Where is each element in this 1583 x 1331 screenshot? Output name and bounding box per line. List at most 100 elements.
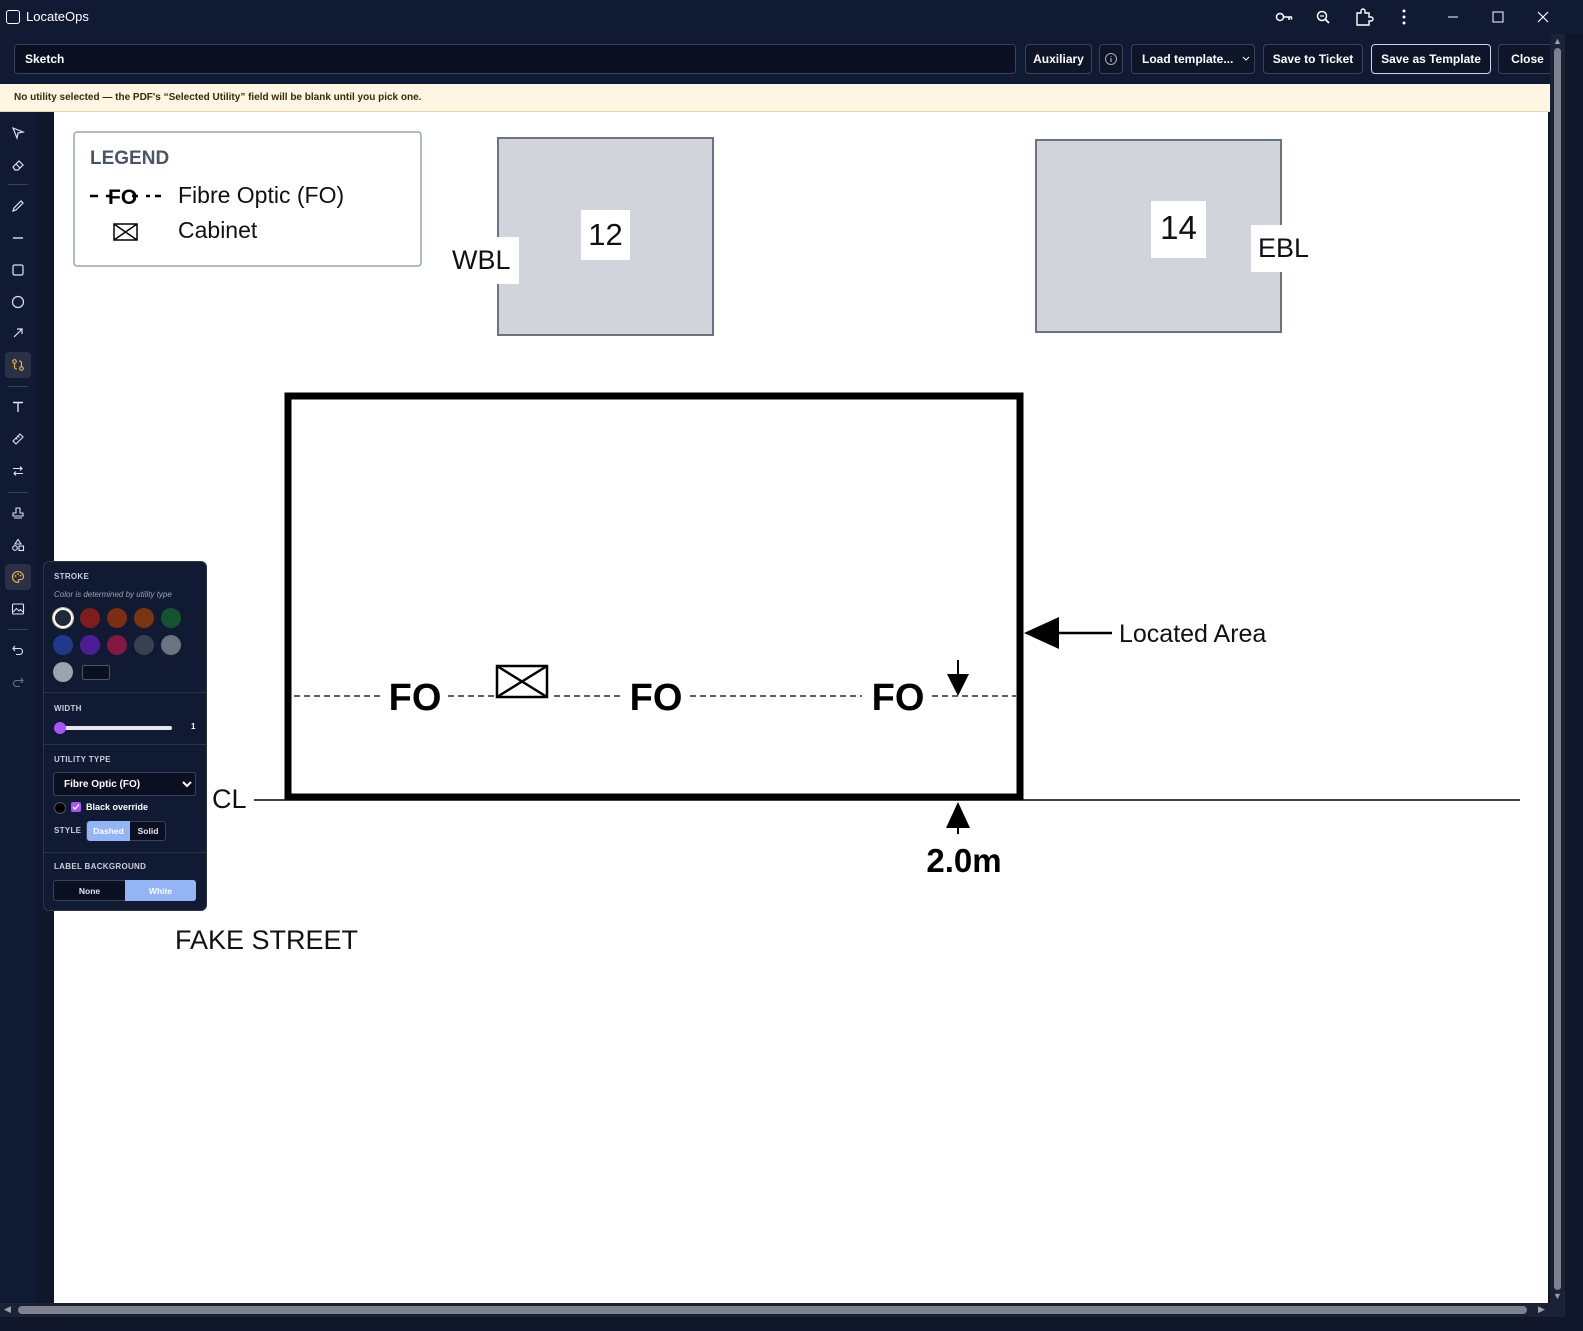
load-template-dropdown[interactable]: Load template... <box>1131 44 1255 74</box>
utility-type-label: UTILITY TYPE <box>54 755 111 764</box>
color-swatch[interactable] <box>134 635 154 655</box>
eraser-tool[interactable] <box>5 152 31 178</box>
zoom-icon[interactable] <box>1313 7 1335 27</box>
window-close-button[interactable] <box>1521 0 1565 34</box>
label-background-label: LABEL BACKGROUND <box>54 862 147 871</box>
legend-fo-text: FO <box>108 186 137 209</box>
scroll-down-icon[interactable]: ▼ <box>1553 1291 1562 1301</box>
scroll-right-icon[interactable]: ▶ <box>1538 1304 1545 1315</box>
wbl-label: WBL <box>452 245 511 275</box>
color-swatch[interactable] <box>107 635 127 655</box>
legend-box[interactable]: LEGEND FO Fibre Optic (FO) Cabinet <box>73 131 422 267</box>
info-button[interactable] <box>1099 44 1123 74</box>
panel-divider <box>44 692 206 693</box>
panel-divider <box>44 744 206 745</box>
scroll-up-icon[interactable]: ▲ <box>1553 36 1562 46</box>
line-tool[interactable] <box>5 225 31 251</box>
undo-icon <box>12 645 23 656</box>
house-number-14: 14 <box>1160 209 1197 246</box>
save-as-template-button[interactable]: Save as Template <box>1371 44 1491 74</box>
shapes-icon <box>12 538 25 552</box>
color-swatch[interactable] <box>161 635 181 655</box>
utility-type-select[interactable]: Fibre Optic (FO) <box>53 772 196 796</box>
color-swatch[interactable] <box>107 608 127 628</box>
color-swatch[interactable] <box>53 635 73 655</box>
title-bar: LocateOps <box>0 0 1583 34</box>
select-tool[interactable] <box>5 120 31 146</box>
color-swatch[interactable] <box>134 608 154 628</box>
house-12[interactable]: 12 <box>497 137 714 336</box>
cursor-icon <box>11 126 25 140</box>
maximize-button[interactable] <box>1476 0 1520 34</box>
legend-title: LEGEND <box>90 148 169 169</box>
key-icon[interactable] <box>1273 7 1295 27</box>
width-slider-track[interactable] <box>60 726 172 730</box>
arrow-tool[interactable] <box>5 320 31 346</box>
pencil-icon <box>12 200 24 212</box>
swap-icon <box>13 466 23 476</box>
swap-tool[interactable] <box>5 458 31 484</box>
palette-icon <box>12 570 25 584</box>
redo-button[interactable] <box>5 669 31 695</box>
legend-cabinet-label: Cabinet <box>178 217 258 243</box>
stamp-tool[interactable] <box>5 500 31 526</box>
dimension-label: 2.0m <box>926 842 1001 879</box>
rectangle-tool[interactable] <box>5 257 31 283</box>
ellipse-tool[interactable] <box>5 289 31 315</box>
ruler-icon <box>12 433 24 445</box>
arrow-icon <box>13 328 23 338</box>
sketch-toolbar: Auxiliary Load template... Save to Ticke… <box>0 34 1565 84</box>
street-name: FAKE STREET <box>175 925 358 955</box>
app-icon <box>6 10 20 24</box>
horizontal-scrollbar[interactable]: ◀ ▶ <box>0 1303 1565 1317</box>
auxiliary-button[interactable]: Auxiliary <box>1025 44 1092 74</box>
color-swatch[interactable] <box>80 608 100 628</box>
load-template-label: Load template... <box>1142 52 1234 66</box>
check-icon <box>72 804 80 810</box>
image-tool[interactable] <box>5 596 31 622</box>
black-override-checkbox[interactable] <box>71 802 81 812</box>
minimize-button[interactable] <box>1431 0 1475 34</box>
width-slider-knob[interactable] <box>54 722 66 734</box>
shapes-tool[interactable] <box>5 532 31 558</box>
text-tool[interactable] <box>5 394 31 420</box>
bg-white-button[interactable]: White <box>125 880 196 901</box>
house-14[interactable]: 14 <box>1035 139 1282 333</box>
vertical-scroll-thumb[interactable] <box>1554 48 1561 1290</box>
dimension-arrow-up[interactable] <box>946 802 970 834</box>
utility-line-tool[interactable] <box>5 352 31 378</box>
tool-divider <box>8 629 28 630</box>
offset-arrow-down[interactable] <box>947 660 969 696</box>
vertical-scrollbar[interactable]: ▲ ▼ <box>1550 34 1565 1304</box>
measure-tool[interactable] <box>5 426 31 452</box>
extensions-icon[interactable] <box>1353 7 1375 27</box>
tool-sidebar <box>0 112 37 1302</box>
app-title: LocateOps <box>26 9 89 24</box>
bg-none-button[interactable]: None <box>54 880 125 901</box>
close-button[interactable]: Close <box>1498 44 1557 74</box>
more-options-icon[interactable] <box>1393 7 1415 27</box>
color-swatch[interactable] <box>80 635 100 655</box>
eraser-icon <box>12 160 24 171</box>
sketch-name-input[interactable] <box>14 44 1016 74</box>
scroll-left-icon[interactable]: ◀ <box>4 1304 11 1315</box>
save-to-ticket-button[interactable]: Save to Ticket <box>1263 44 1363 74</box>
ebl-label: EBL <box>1258 233 1309 263</box>
color-swatch[interactable] <box>53 662 73 682</box>
located-area-arrow[interactable] <box>1024 617 1112 649</box>
located-area-rect[interactable] <box>284 392 1024 801</box>
color-swatch[interactable] <box>161 608 181 628</box>
color-swatch[interactable] <box>53 608 73 628</box>
style-solid-button[interactable]: Solid <box>130 821 166 841</box>
horizontal-scroll-thumb[interactable] <box>18 1306 1527 1314</box>
undo-button[interactable] <box>5 637 31 663</box>
pencil-tool[interactable] <box>5 193 31 219</box>
palette-tool[interactable] <box>5 564 31 590</box>
cabinet-symbol[interactable] <box>495 664 549 699</box>
image-icon <box>11 603 25 615</box>
fo-label-3: FO <box>872 677 925 719</box>
custom-color-picker[interactable] <box>82 665 110 680</box>
fibre-optic-line[interactable]: FO FO FO <box>294 676 1016 719</box>
style-dashed-button[interactable]: Dashed <box>87 821 130 841</box>
sketch-canvas[interactable]: LEGEND FO Fibre Optic (FO) Cabinet 12 WB… <box>54 112 1548 1304</box>
